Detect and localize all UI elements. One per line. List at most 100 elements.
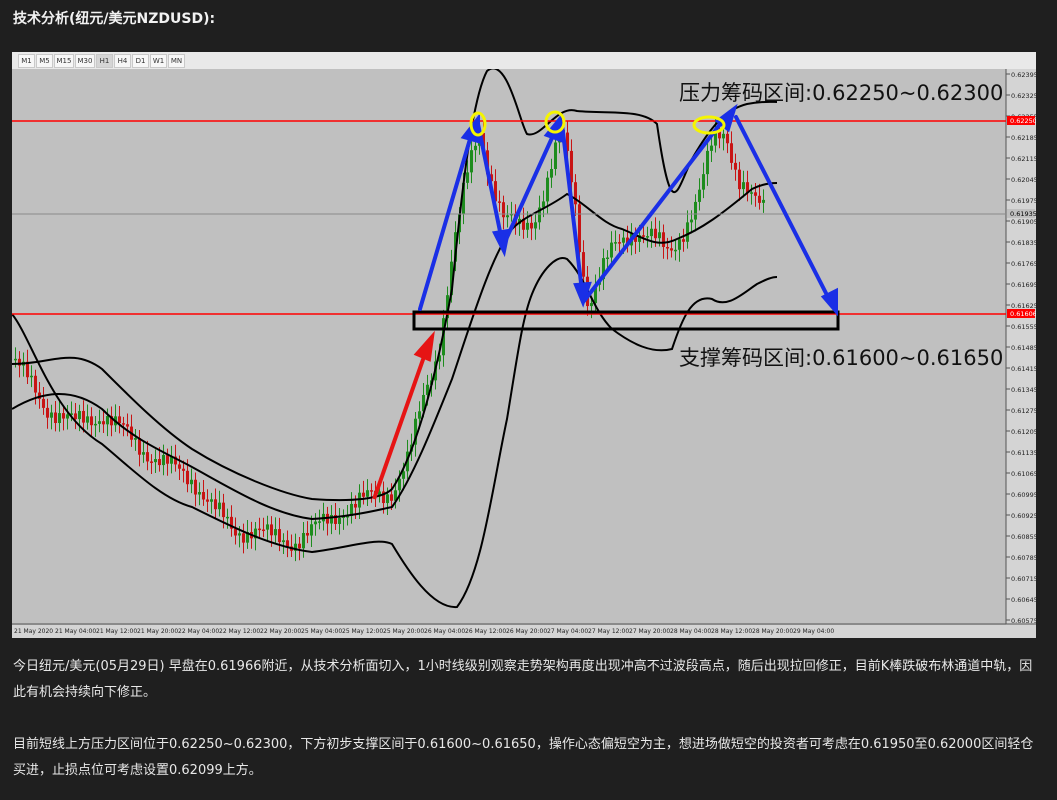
candle-body xyxy=(498,201,501,203)
candle-body xyxy=(202,492,205,500)
timeframe-m15[interactable]: M15 xyxy=(54,54,74,68)
price-tag: 0.61606 xyxy=(1010,310,1036,318)
candle-body xyxy=(314,521,317,525)
candle-body xyxy=(570,150,573,183)
candle-body xyxy=(542,201,545,208)
price-tick: 0.61205 xyxy=(1011,428,1036,436)
timeframe-mn[interactable]: MN xyxy=(168,54,185,68)
timeframe-d1[interactable]: D1 xyxy=(132,54,149,68)
candle-body xyxy=(658,232,661,239)
candle-body xyxy=(590,303,593,307)
price-tick: 0.61975 xyxy=(1011,197,1036,205)
price-tick: 0.61275 xyxy=(1011,407,1036,415)
time-tick: 29 May 04:00 xyxy=(793,628,834,635)
price-tag: 0.62250 xyxy=(1010,117,1036,125)
price-tick: 0.61415 xyxy=(1011,365,1036,373)
candle-body xyxy=(238,533,241,536)
price-tick: 0.61625 xyxy=(1011,302,1036,310)
time-tick: 27 May 12:00 xyxy=(588,628,629,635)
time-tick: 22 May 12:00 xyxy=(219,628,260,635)
timeframe-toolbar: M1 M5 M15 M30 H1 H4 D1 W1 MN xyxy=(12,52,1036,70)
candle-body xyxy=(126,424,129,427)
candle-body xyxy=(710,145,713,151)
timeframe-m30[interactable]: M30 xyxy=(75,54,95,68)
candle-body xyxy=(218,502,221,510)
time-tick: 21 May 12:00 xyxy=(96,628,137,635)
price-tick: 0.60715 xyxy=(1011,575,1036,583)
candle-body xyxy=(474,145,477,151)
candle-body xyxy=(234,528,237,536)
candle-body xyxy=(690,219,693,223)
candle-body xyxy=(74,413,77,420)
time-tick: 26 May 12:00 xyxy=(465,628,506,635)
candle-body xyxy=(686,222,689,242)
candle-body xyxy=(42,398,45,408)
time-tick: 21 May 04:00 xyxy=(55,628,96,635)
timeframe-h4[interactable]: H4 xyxy=(114,54,131,68)
price-tick: 0.61135 xyxy=(1011,449,1036,457)
time-tick: 26 May 20:00 xyxy=(506,628,547,635)
candle-body xyxy=(546,177,549,202)
price-tick: 0.61485 xyxy=(1011,344,1036,352)
candle-body xyxy=(674,249,677,252)
candle-body xyxy=(706,150,709,175)
price-tick: 0.62325 xyxy=(1011,92,1036,100)
candle-body xyxy=(338,517,341,524)
candle-body xyxy=(730,143,733,163)
candle-body xyxy=(726,133,729,144)
candle-body xyxy=(670,248,673,251)
timeframe-w1[interactable]: W1 xyxy=(150,54,167,68)
candle-body xyxy=(90,416,93,426)
candle-body xyxy=(106,415,109,425)
price-tick: 0.61695 xyxy=(1011,281,1036,289)
price-chart: M1M5M15M30H1H4D1W1MN 0.62395 0.62325 0.622… xyxy=(12,52,1036,638)
price-tick: 0.61905 xyxy=(1011,218,1036,226)
candle-body xyxy=(150,461,153,463)
price-tag: 0.61935 xyxy=(1010,210,1036,218)
candle-body xyxy=(198,492,201,495)
candle-body xyxy=(318,521,321,523)
candle-body xyxy=(82,410,85,423)
candle-body xyxy=(534,222,537,229)
price-tick: 0.60785 xyxy=(1011,554,1036,562)
time-tick: 27 May 20:00 xyxy=(629,628,670,635)
candle-body xyxy=(366,490,369,497)
candle-body xyxy=(286,540,289,547)
candle-body xyxy=(102,421,105,425)
price-tick: 0.61835 xyxy=(1011,239,1036,247)
candle-body xyxy=(162,454,165,466)
time-tick: 25 May 04:00 xyxy=(301,628,342,635)
candle-body xyxy=(646,236,649,238)
candle-body xyxy=(146,452,149,462)
price-tick: 0.62115 xyxy=(1011,155,1036,163)
price-tick: 0.60855 xyxy=(1011,533,1036,541)
support-annotation: 支撑筹码区间:0.61600~0.61650 xyxy=(679,346,1003,370)
candle-body xyxy=(226,516,229,519)
candle-body xyxy=(742,182,745,190)
candle-body xyxy=(118,416,121,424)
time-tick: 21 May 2020 xyxy=(14,628,53,635)
candle-body xyxy=(762,199,765,203)
candle-body xyxy=(210,499,213,502)
candle-body xyxy=(194,479,197,495)
candle-body xyxy=(702,174,705,190)
time-tick: 22 May 04:00 xyxy=(178,628,219,635)
timeframe-h1[interactable]: H1 xyxy=(96,54,113,68)
candle-body xyxy=(754,192,757,196)
candle-body xyxy=(178,464,181,469)
candle-body xyxy=(222,502,225,518)
candle-body xyxy=(698,189,701,202)
candle-body xyxy=(470,150,473,173)
candle-body xyxy=(94,423,97,426)
price-tick: 0.60575 xyxy=(1011,617,1036,625)
resistance-annotation: 压力筹码区间:0.62250~0.62300 xyxy=(679,81,1003,105)
candle-body xyxy=(182,468,185,471)
candle-body xyxy=(666,246,669,249)
time-tick: 27 May 04:00 xyxy=(547,628,588,635)
candle-body xyxy=(266,524,269,530)
candle-body xyxy=(694,201,697,220)
candle-body xyxy=(274,529,277,536)
timeframe-m1[interactable]: M1 xyxy=(18,54,35,68)
timeframe-m5[interactable]: M5 xyxy=(36,54,53,68)
candle-body xyxy=(166,454,169,464)
